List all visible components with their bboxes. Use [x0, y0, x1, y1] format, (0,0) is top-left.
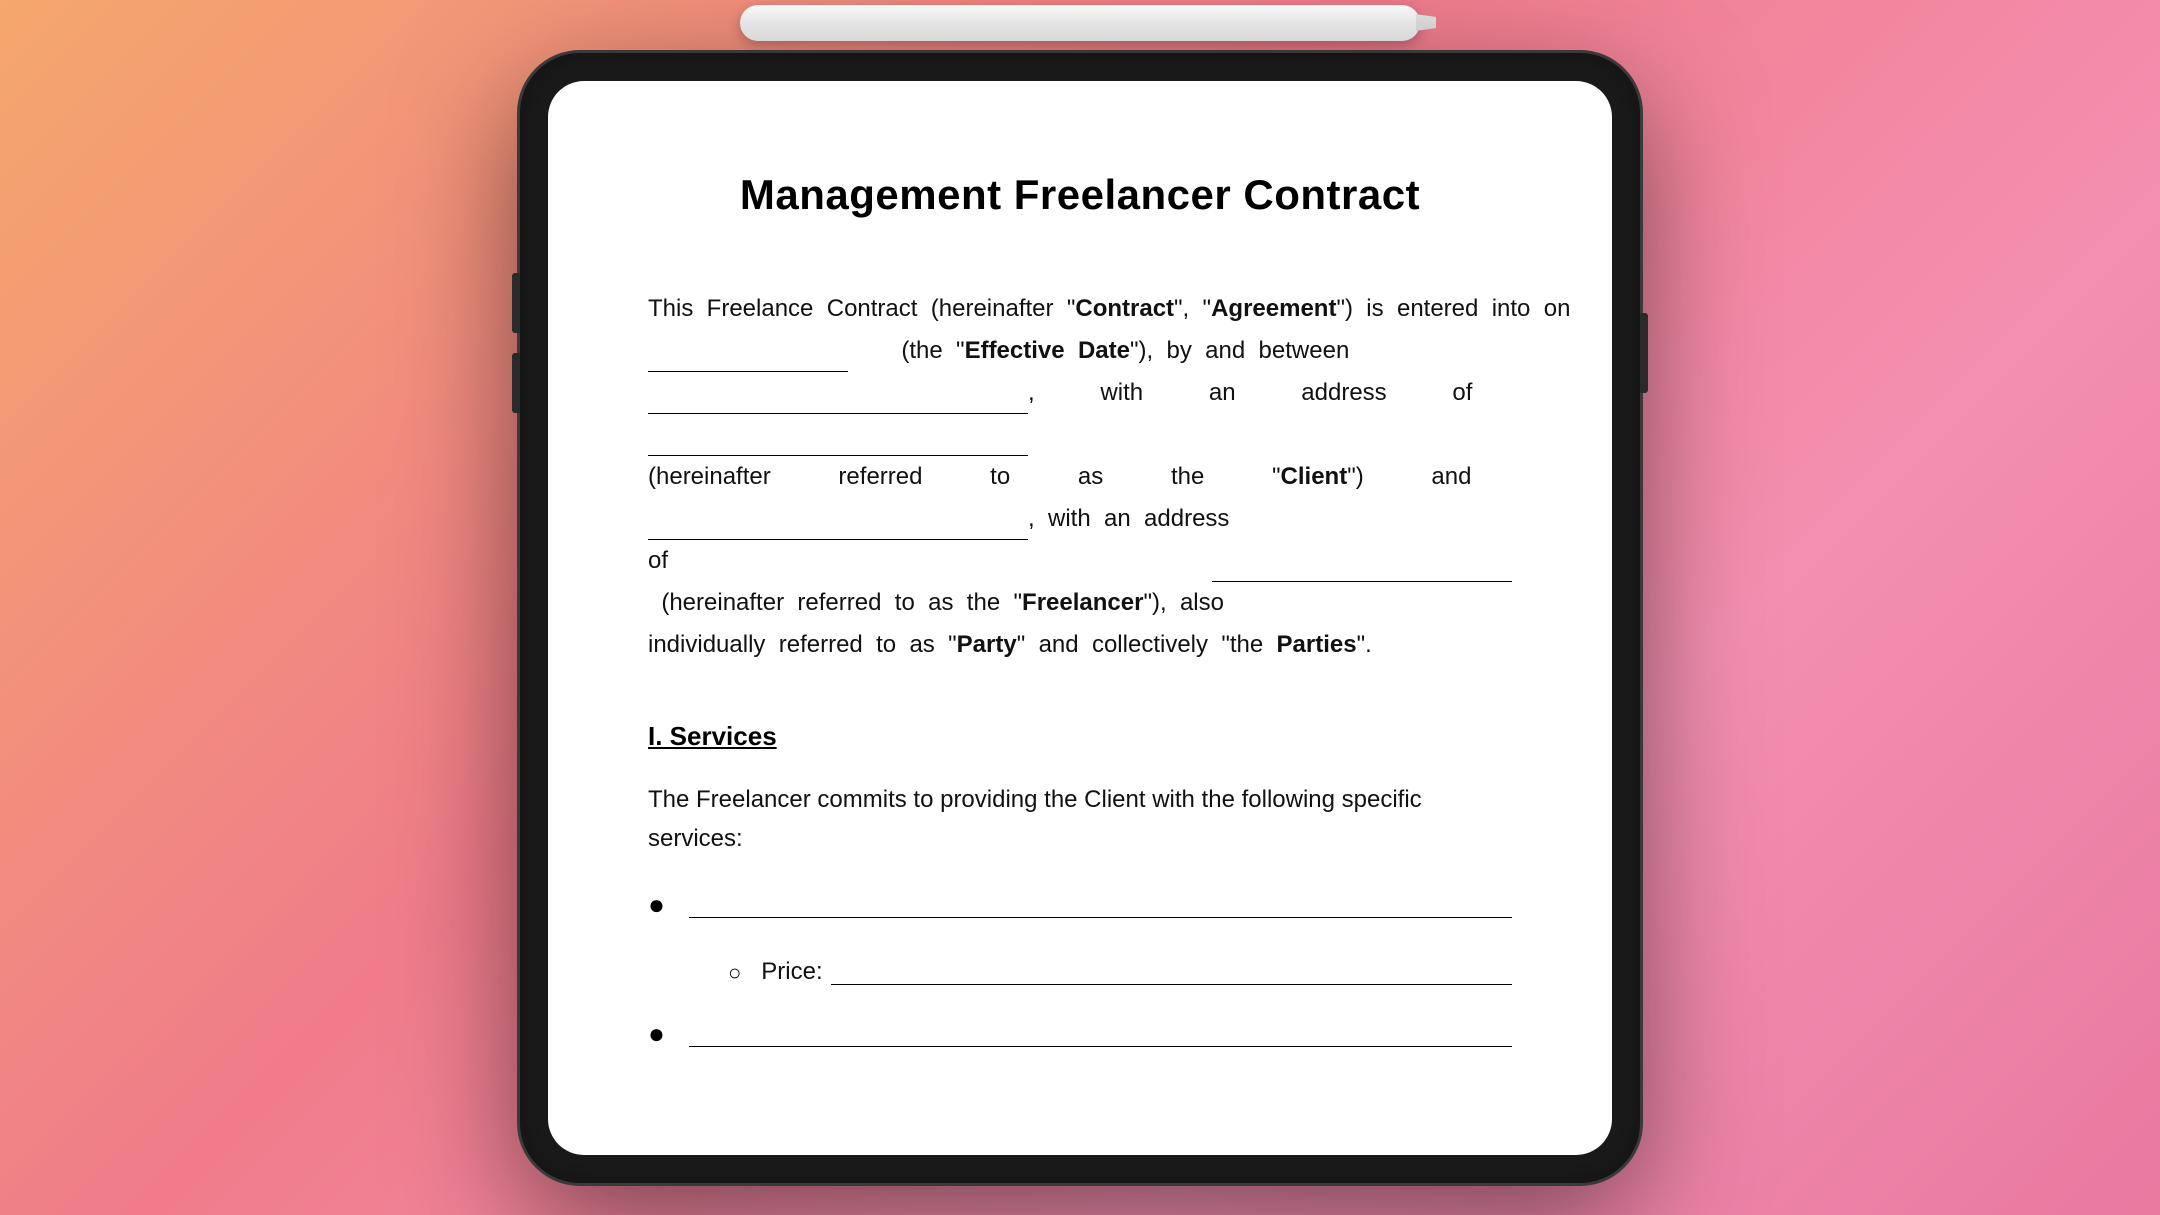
contract-term: Contract [1075, 295, 1174, 322]
service-line-1[interactable] [689, 890, 1512, 918]
section-services: I. Services The Freelancer commits to pr… [648, 716, 1512, 1058]
freelancer-term: Freelancer [1022, 589, 1143, 616]
intro-paragraph: This Freelance Contract (hereinafter "Co… [648, 288, 1512, 666]
services-intro-text: The Freelancer commits to providing the … [648, 781, 1512, 858]
bullet-dot-1: ● [648, 884, 665, 929]
party-term: Party [957, 631, 1017, 658]
document-content: Management Freelancer Contract This Free… [548, 81, 1612, 1155]
service-bullet-1: ● [648, 886, 1512, 929]
effective-date-term: Effective Date [965, 337, 1130, 364]
party1-name-blank[interactable] [648, 385, 1028, 414]
apple-pencil [740, 5, 1420, 41]
document-title: Management Freelancer Contract [648, 161, 1512, 228]
services-list: ● ○ Price: ● [648, 886, 1512, 1058]
ipad-screen: Management Freelancer Contract This Free… [548, 81, 1612, 1155]
party2-address-blank[interactable] [1212, 553, 1512, 582]
client-term: Client [1281, 463, 1348, 490]
price-label: Price: [761, 953, 822, 991]
power-button[interactable] [1640, 313, 1648, 393]
bullet-dot-2: ● [648, 1013, 665, 1058]
party1-address-blank[interactable] [648, 427, 1028, 456]
party2-name-blank[interactable] [648, 511, 1028, 540]
section-services-heading: I. Services [648, 716, 1512, 758]
service-bullet-2: ● [648, 1015, 1512, 1058]
service-line-2[interactable] [689, 1019, 1512, 1047]
volume-up-button[interactable] [512, 273, 520, 333]
effective-date-blank[interactable] [648, 343, 848, 372]
ipad-device: Management Freelancer Contract This Free… [520, 53, 1640, 1183]
parties-term: Parties [1277, 631, 1357, 658]
volume-down-button[interactable] [512, 353, 520, 413]
intro-text-this: This Freelance Contract (hereinafter " [648, 295, 1075, 322]
sub-bullet-circle: ○ [728, 955, 741, 990]
agreement-term: Agreement [1211, 295, 1336, 322]
price-sub-bullet: ○ Price: [728, 953, 1512, 991]
price-line[interactable] [831, 957, 1512, 985]
